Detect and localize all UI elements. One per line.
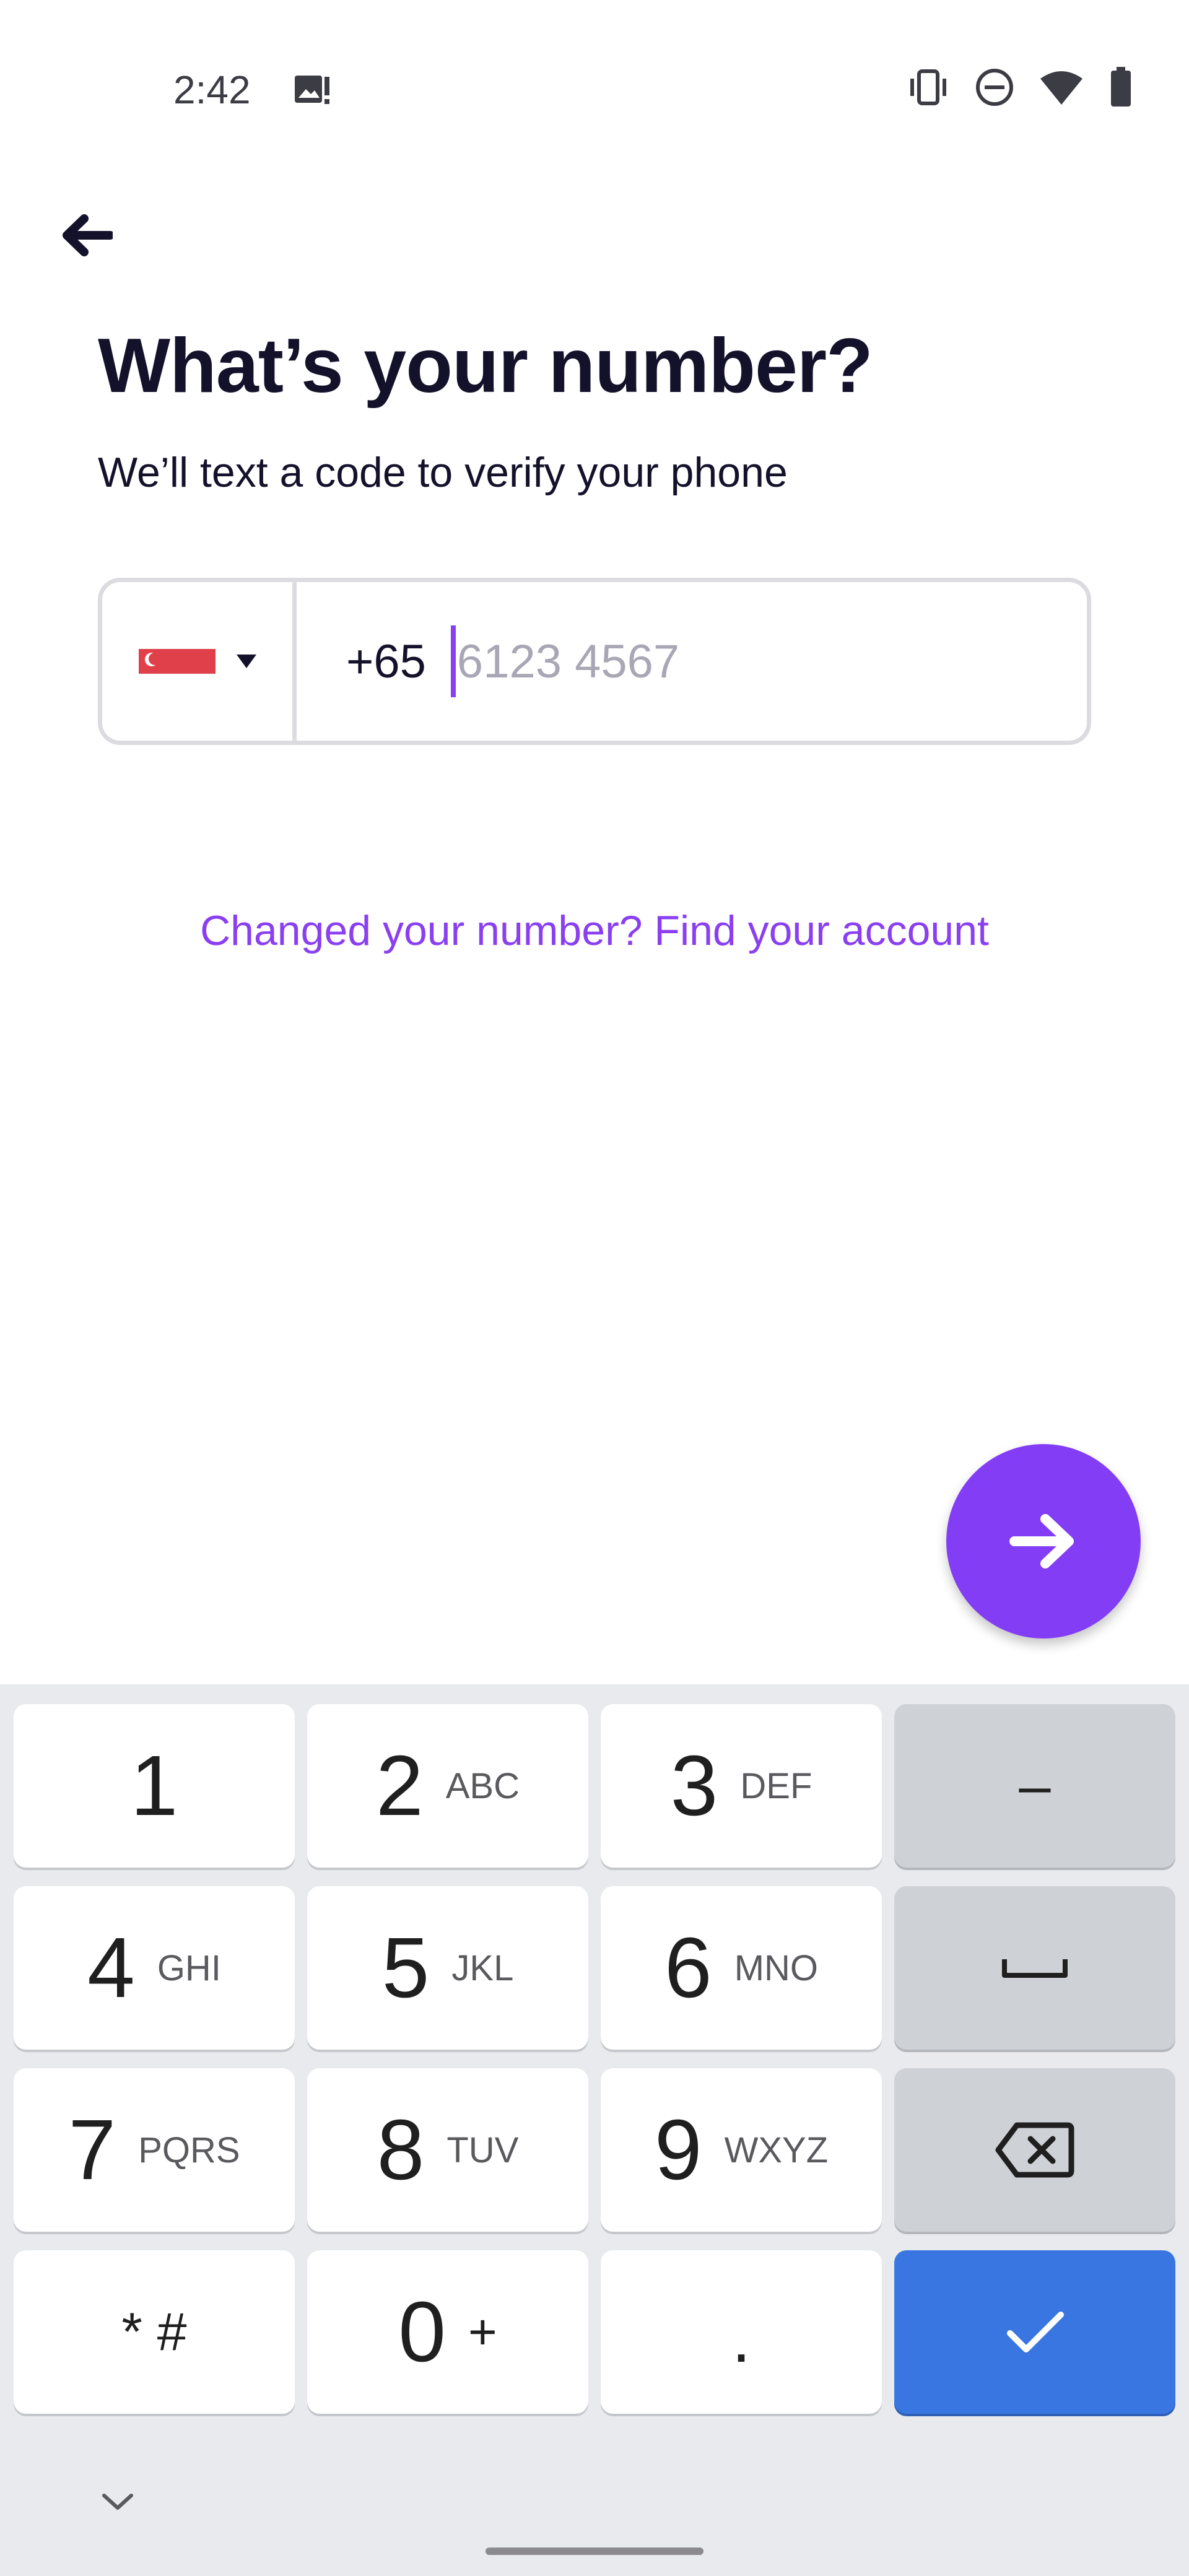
phone-placeholder: 6123 4567 [456, 635, 680, 688]
key-digit: 4 [87, 1920, 135, 2016]
key-letters: JKL [451, 1947, 514, 1988]
key-symbol: * # [121, 2302, 187, 2362]
key-letters: GHI [157, 1947, 221, 1988]
key-digit: 8 [377, 2102, 425, 2198]
key-star-hash[interactable]: * # [14, 2250, 295, 2414]
key-digit: 6 [664, 1920, 712, 2016]
space-icon [1002, 1959, 1068, 1978]
key-digit: 2 [375, 1738, 424, 1834]
key-3[interactable]: 3 DEF [601, 1704, 882, 1868]
key-symbol: . [731, 2300, 751, 2377]
key-period[interactable]: . [601, 2250, 882, 2414]
key-letters: PQRS [138, 2130, 240, 2170]
key-4[interactable]: 4 GHI [14, 1886, 295, 2050]
check-icon [1007, 2312, 1064, 2352]
next-button[interactable] [946, 1444, 1141, 1638]
key-done[interactable] [894, 2250, 1175, 2414]
singapore-flag-icon [138, 649, 216, 674]
key-letters: MNO [734, 1947, 819, 1988]
find-account-link[interactable]: Changed your number? Find your account [0, 907, 1189, 955]
key-letters: + [468, 2304, 497, 2359]
key-1[interactable]: 1 [14, 1704, 295, 1868]
text-cursor [450, 625, 456, 697]
key-2[interactable]: 2 ABC [307, 1704, 588, 1868]
key-digit: 1 [130, 1738, 178, 1834]
numeric-keyboard: 1 2 ABC 3 DEF – 4 GHI 5 JKL 6 MNO 7 PQRS… [0, 1684, 1189, 2576]
page-title: What’s your number? [98, 323, 873, 409]
caret-down-icon [236, 655, 256, 668]
battery-icon [1111, 67, 1131, 107]
nav-gesture-handle[interactable] [486, 2548, 703, 2555]
key-8[interactable]: 8 TUV [307, 2068, 588, 2232]
arrow-right-icon [1009, 1514, 1074, 1569]
page-subtitle: We’ll text a code to verify your phone [98, 449, 788, 496]
wifi-icon [1040, 71, 1082, 105]
key-digit: 3 [670, 1738, 718, 1834]
key-letters: ABC [445, 1765, 520, 1806]
key-5[interactable]: 5 JKL [307, 1886, 588, 2050]
dial-code: +65 [346, 635, 426, 688]
key-backspace[interactable] [894, 2068, 1175, 2232]
key-space[interactable] [894, 1886, 1175, 2050]
key-letters: DEF [740, 1765, 812, 1806]
back-arrow-icon [63, 214, 113, 256]
status-time: 2:42 [173, 67, 251, 112]
backspace-icon [995, 2122, 1074, 2178]
dnd-icon [976, 69, 1013, 106]
back-button[interactable] [56, 204, 118, 266]
key-letters: TUV [446, 2130, 519, 2170]
key-digit: 5 [381, 1920, 430, 2016]
key-digit: 0 [398, 2284, 446, 2380]
status-icons [907, 67, 1133, 108]
image-alert-icon [295, 76, 329, 104]
key-digit: 9 [654, 2102, 702, 2198]
key-symbol: – [1019, 1754, 1051, 1817]
key-9[interactable]: 9 WXYZ [601, 2068, 882, 2232]
keyboard-collapse-icon[interactable] [99, 2489, 136, 2514]
key-7[interactable]: 7 PQRS [14, 2068, 295, 2232]
country-selector[interactable] [102, 582, 297, 741]
status-bar: 2:42 [0, 0, 1189, 149]
key-digit: 7 [68, 2102, 116, 2198]
key-dash[interactable]: – [894, 1704, 1175, 1868]
phone-input-group: +65 6123 4567 [98, 578, 1091, 745]
phone-number-input[interactable]: +65 6123 4567 [297, 582, 1087, 741]
key-letters: WXYZ [724, 2130, 829, 2170]
key-6[interactable]: 6 MNO [601, 1886, 882, 2050]
key-0[interactable]: 0 + [307, 2250, 588, 2414]
vibrate-icon [910, 69, 946, 105]
